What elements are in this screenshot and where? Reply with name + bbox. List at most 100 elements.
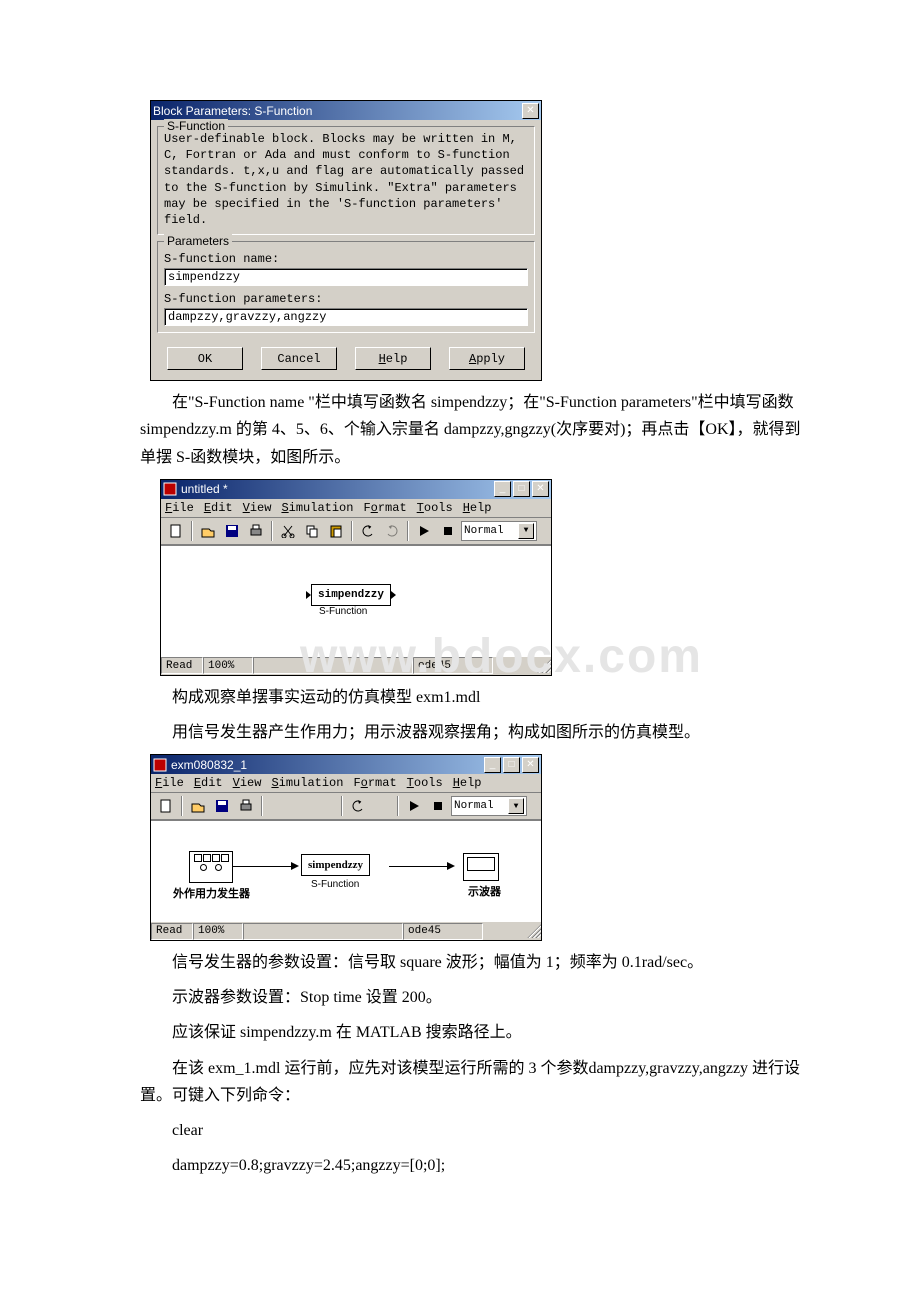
arrow-icon [291, 862, 299, 870]
simulink-app-icon [153, 758, 167, 772]
status-solver: ode45 [403, 923, 483, 940]
save-icon[interactable] [211, 795, 233, 817]
status-bar: Read 100% ode45 [151, 921, 541, 940]
status-zoom: 100% [193, 923, 243, 940]
menu-format[interactable]: Format [363, 501, 406, 515]
menu-bar[interactable]: File Edit View Simulation Format Tools H… [161, 499, 551, 518]
maximize-icon[interactable]: □ [513, 481, 530, 497]
body-text: 在该 exm_1.mdl 运行前，应先对该模型运行所需的 3 个参数dampzz… [140, 1055, 810, 1109]
simulink-window-exm: exm080832_1 _ □ ✕ File Edit View Simulat… [150, 754, 542, 941]
menu-tools[interactable]: Tools [407, 776, 443, 790]
status-bar: Read 100% ode45 [161, 656, 551, 675]
print-icon[interactable] [245, 520, 267, 542]
sfunction-block[interactable]: simpendzzy [311, 584, 391, 606]
sfunction-block[interactable]: simpendzzy [301, 854, 370, 876]
play-icon[interactable] [413, 520, 435, 542]
menu-tools[interactable]: Tools [417, 501, 453, 515]
close-icon[interactable]: ✕ [522, 103, 539, 119]
dialog-titlebar[interactable]: Block Parameters: S-Function ✕ [151, 101, 541, 120]
cut-icon[interactable] [267, 795, 289, 817]
status-ready: Read [151, 923, 193, 940]
signal-generator-block[interactable] [189, 851, 233, 883]
sfunction-name-input[interactable] [164, 268, 528, 286]
help-button[interactable]: Help [355, 347, 431, 370]
status-pane [253, 657, 413, 674]
signal-generator-label: 外作用力发生器 [173, 885, 250, 901]
window-titlebar[interactable]: exm080832_1 _ □ ✕ [151, 755, 541, 774]
resize-grip-icon[interactable] [527, 924, 541, 938]
stop-icon[interactable] [427, 795, 449, 817]
menu-simulation[interactable]: Simulation [271, 776, 343, 790]
status-ready: Read [161, 657, 203, 674]
simulation-mode-combo[interactable]: Normal▼ [451, 796, 527, 816]
undo-icon[interactable] [347, 795, 369, 817]
undo-icon[interactable] [357, 520, 379, 542]
copy-icon[interactable] [301, 520, 323, 542]
menu-file[interactable]: File [155, 776, 184, 790]
body-text: 在"S-Function name "栏中填写函数名 simpendzzy；在"… [140, 389, 810, 471]
menu-format[interactable]: Format [353, 776, 396, 790]
group-legend: S-Function [164, 119, 228, 133]
minimize-icon[interactable]: _ [494, 481, 511, 497]
dialog-title: Block Parameters: S-Function [153, 104, 520, 118]
menu-bar[interactable]: File Edit View Simulation Format Tools H… [151, 774, 541, 793]
cancel-button[interactable]: Cancel [261, 347, 337, 370]
window-titlebar[interactable]: untitled * _ □ ✕ [161, 480, 551, 499]
body-text: 示波器参数设置：Stop time 设置 200。 [140, 984, 810, 1011]
simulink-app-icon [163, 482, 177, 496]
paste-icon[interactable] [325, 520, 347, 542]
sfunction-name-label: S-function name: [164, 252, 528, 266]
save-icon[interactable] [221, 520, 243, 542]
minimize-icon[interactable]: _ [484, 757, 501, 773]
chevron-down-icon[interactable]: ▼ [518, 523, 534, 539]
body-text: 用信号发生器产生作用力；用示波器观察摆角；构成如图所示的仿真模型。 [140, 719, 810, 746]
menu-help[interactable]: Help [453, 776, 482, 790]
new-icon[interactable] [165, 520, 187, 542]
body-text: 信号发生器的参数设置：信号取 square 波形；幅值为 1；频率为 0.1ra… [140, 949, 810, 976]
menu-help[interactable]: Help [463, 501, 492, 515]
parameters-groupbox: Parameters S-function name: S-function p… [157, 241, 535, 333]
sfunction-params-input[interactable] [164, 308, 528, 326]
ok-button[interactable]: OK [167, 347, 243, 370]
body-text: 应该保证 simpendzzy.m 在 MATLAB 搜索路径上。 [140, 1019, 810, 1046]
simulink-window-untitled: untitled * _ □ ✕ File Edit View Simulati… [160, 479, 552, 676]
model-canvas[interactable]: simpendzzy S-Function [161, 545, 551, 656]
sfunction-params-label: S-function parameters: [164, 292, 528, 306]
open-icon[interactable] [187, 795, 209, 817]
code-text: dampzzy=0.8;gravzzy=2.45;angzzy=[0;0]; [140, 1152, 810, 1179]
paste-icon[interactable] [315, 795, 337, 817]
menu-simulation[interactable]: Simulation [281, 501, 353, 515]
menu-edit[interactable]: Edit [194, 776, 223, 790]
menu-edit[interactable]: Edit [204, 501, 233, 515]
close-icon[interactable]: ✕ [522, 757, 539, 773]
body-text: 构成观察单摆事实运动的仿真模型 exm1.mdl [140, 684, 810, 711]
close-icon[interactable]: ✕ [532, 481, 549, 497]
redo-icon[interactable] [371, 795, 393, 817]
chevron-down-icon[interactable]: ▼ [508, 798, 524, 814]
apply-button[interactable]: Apply [449, 347, 525, 370]
model-canvas[interactable]: 外作用力发生器 simpendzzy S-Function 示波器 [151, 820, 541, 921]
status-zoom: 100% [203, 657, 253, 674]
resize-grip-icon[interactable] [537, 659, 551, 673]
menu-view[interactable]: View [243, 501, 272, 515]
block-label: S-Function [311, 879, 359, 890]
play-icon[interactable] [403, 795, 425, 817]
stop-icon[interactable] [437, 520, 459, 542]
menu-view[interactable]: View [233, 776, 262, 790]
status-pane [243, 923, 403, 940]
new-icon[interactable] [155, 795, 177, 817]
menu-file[interactable]: File [165, 501, 194, 515]
open-icon[interactable] [197, 520, 219, 542]
connection-line [233, 866, 295, 867]
window-title: untitled * [181, 482, 492, 496]
print-icon[interactable] [235, 795, 257, 817]
copy-icon[interactable] [291, 795, 313, 817]
toolbar: Normal▼ [151, 793, 541, 820]
maximize-icon[interactable]: □ [503, 757, 520, 773]
code-text: clear [140, 1117, 810, 1144]
redo-icon[interactable] [381, 520, 403, 542]
group-legend: Parameters [164, 234, 232, 248]
cut-icon[interactable] [277, 520, 299, 542]
scope-block[interactable] [463, 853, 499, 881]
simulation-mode-combo[interactable]: Normal▼ [461, 521, 537, 541]
